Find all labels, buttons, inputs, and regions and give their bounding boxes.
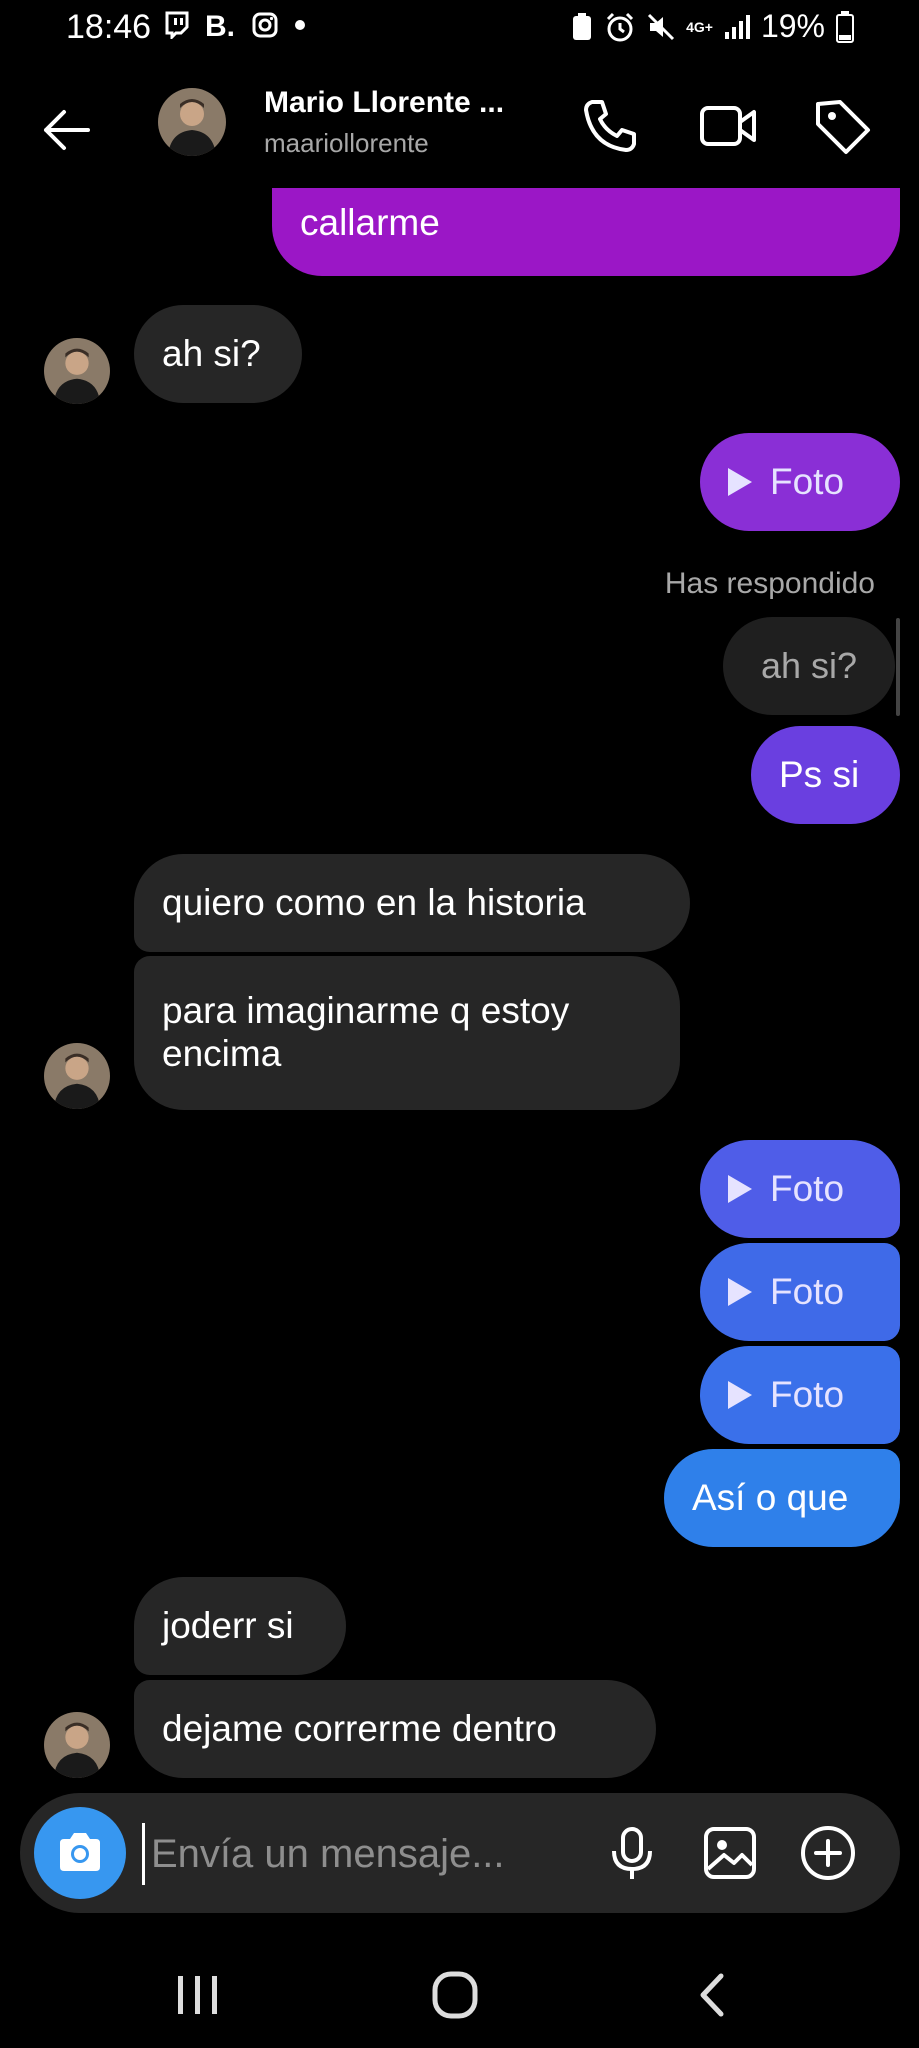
svg-text:B.: B. [205, 10, 235, 40]
recent-apps-icon[interactable] [168, 1970, 228, 2020]
photo-message[interactable]: Foto [700, 433, 900, 531]
status-system-icons: 4G+ 19% [570, 8, 855, 45]
status-time: 18:46 [66, 8, 152, 46]
play-icon [728, 468, 752, 496]
message-text: dejame correrme dentro [162, 1707, 557, 1749]
message-composer [20, 1793, 900, 1913]
twitch-icon [165, 11, 189, 39]
chat-header: Mario Llorente ... maariollorente [0, 70, 919, 188]
signal-icon [724, 14, 750, 39]
photo-message[interactable]: Foto [700, 1346, 900, 1444]
message-text: Foto [770, 460, 845, 502]
message-text: quiero como en la historia [162, 881, 586, 923]
message-text: ah si? [162, 332, 261, 374]
phone-icon[interactable] [578, 94, 642, 158]
camera-icon [60, 1833, 100, 1871]
avatar[interactable] [158, 88, 226, 156]
contact-username[interactable]: maariollorente [264, 128, 429, 159]
play-icon [728, 1381, 752, 1409]
booking-icon: B. [205, 10, 235, 40]
message-outgoing[interactable]: callarme [272, 188, 900, 276]
message-text: para imaginarme q estoy encima [162, 990, 570, 1074]
message-text: Foto [770, 1270, 845, 1312]
play-icon [728, 1278, 752, 1306]
photo-message[interactable]: Foto [700, 1140, 900, 1238]
message-incoming[interactable]: joderr si [134, 1577, 346, 1675]
reply-label: Has respondido [664, 567, 875, 600]
plus-circle-icon[interactable] [796, 1821, 860, 1885]
message-text: joderr si [162, 1604, 294, 1646]
message-incoming[interactable]: ah si? [134, 305, 302, 403]
message-outgoing[interactable]: Así o que [664, 1449, 900, 1547]
camera-button[interactable] [34, 1807, 126, 1899]
back-icon[interactable] [683, 1970, 743, 2020]
photo-message[interactable]: Foto [700, 1243, 900, 1341]
battery-saver-icon [573, 12, 592, 40]
back-arrow-icon[interactable] [36, 100, 96, 160]
system-nav-bar [0, 1940, 919, 2048]
contact-name[interactable]: Mario Llorente ... [264, 86, 504, 120]
dot-icon [295, 20, 305, 30]
message-text: Foto [770, 1373, 845, 1415]
avatar[interactable] [44, 1712, 110, 1778]
message-incoming[interactable]: quiero como en la historia [134, 854, 690, 952]
status-bar: 18:46 B. 4G+ 19% [0, 0, 919, 58]
message-outgoing[interactable]: Ps si [751, 726, 900, 824]
message-input[interactable] [142, 1823, 613, 1885]
battery-icon [836, 10, 854, 43]
network-type: 4G+ [686, 18, 713, 35]
message-incoming[interactable]: para imaginarme q estoy encima [134, 956, 680, 1110]
mute-icon [648, 13, 675, 40]
home-icon[interactable] [425, 1970, 485, 2020]
image-icon[interactable] [698, 1821, 762, 1885]
microphone-icon[interactable] [600, 1821, 664, 1885]
status-notification-icons: B. [163, 10, 307, 40]
message-text: Ps si [779, 753, 860, 795]
message-text: Así o que [692, 1476, 849, 1518]
message-text: Foto [770, 1167, 845, 1209]
message-incoming[interactable]: dejame correrme dentro [134, 1680, 656, 1778]
message-text: callarme [300, 202, 440, 243]
avatar[interactable] [44, 338, 110, 404]
reply-indicator [896, 618, 900, 716]
instagram-icon [252, 12, 278, 38]
battery-level: 19% [760, 8, 825, 44]
alarm-icon [607, 12, 634, 41]
play-icon [728, 1175, 752, 1203]
reply-quote[interactable]: ah si? [723, 617, 895, 715]
video-camera-icon[interactable] [696, 94, 760, 158]
avatar[interactable] [44, 1043, 110, 1109]
tag-icon[interactable] [810, 94, 874, 158]
